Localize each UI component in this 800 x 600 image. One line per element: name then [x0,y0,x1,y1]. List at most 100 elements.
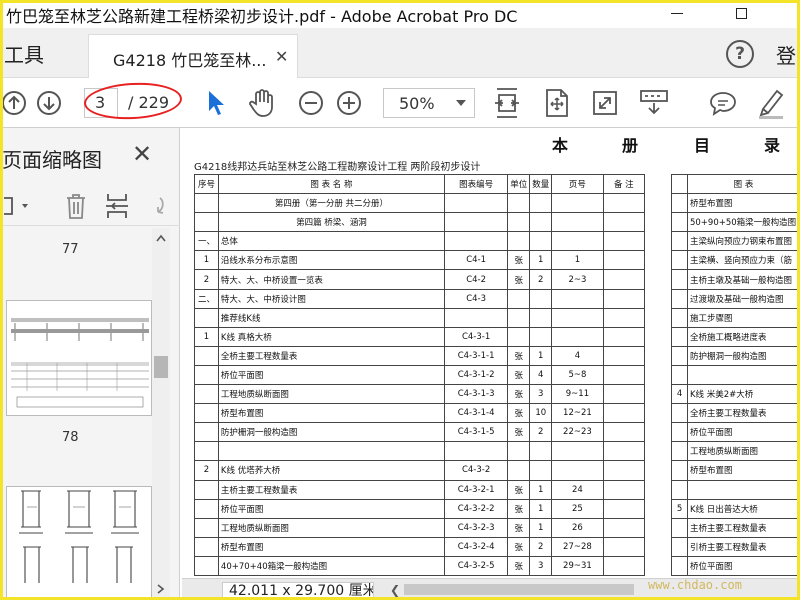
full-screen-button[interactable] [590,88,620,118]
fit-page-icon [495,88,519,118]
table-gap [643,537,673,557]
table-cell-name [217,441,446,462]
table-cell-qty: 1 [529,517,553,538]
header-char: 册 [622,136,639,155]
help-icon[interactable]: ? [726,40,754,68]
sign-in-link[interactable]: 登 [776,40,796,69]
rotate-view-button[interactable] [542,86,572,120]
document-tab[interactable]: G4218 竹巴笼至林... ✕ [88,34,298,78]
options-menu-icon[interactable] [2,196,30,216]
zoom-out-button[interactable] [297,89,325,117]
table-cell-page: 4 [551,345,604,366]
right-table-cell-name [686,479,800,500]
scroll-right-icon[interactable] [156,584,166,594]
right-table-cell-no: 4 [671,384,688,405]
zoom-in-button[interactable] [335,89,363,117]
right-table-cell-name: K线 日出普达大桥 [686,498,800,519]
table-cell-qty: 4 [529,364,553,386]
table-cell-no [194,212,219,233]
zoom-level-select[interactable]: 50% [383,88,475,118]
table-gap [643,327,673,347]
fit-page-button[interactable] [492,86,522,120]
table-cell-page [551,326,604,347]
table-cell-page [551,231,604,252]
table-row: 二、 特大、大、中桥设计图 C4-3 过渡墩及基础一般构造图 [194,288,800,309]
scroll-left-icon[interactable]: ❮ [390,583,400,597]
hand-icon [249,89,273,117]
table-cell-no [194,345,219,366]
table-cell-unit: 张 [507,479,531,500]
scroll-mode-button[interactable] [638,88,670,118]
scrollbar-thumb[interactable] [154,356,168,378]
highlight-button[interactable] [756,86,786,120]
document-tab-label: G4218 竹巴笼至林... [113,51,267,70]
scroll-up-icon[interactable] [156,234,166,242]
table-cell-qty [529,307,553,328]
right-table-cell-name: 防护棚洞一般构造图 [686,345,800,366]
table-cell-page: 24 [551,479,604,500]
right-table-cell-name: K线 米美2#大桥 [686,384,800,405]
right-table-cell-name: 桥型布置图 [686,460,800,481]
right-table-cell-no [671,555,688,576]
close-tab-icon[interactable]: ✕ [275,47,288,66]
table-cell-code [443,231,509,252]
comment-icon [710,92,736,116]
table-cell-note [602,479,646,500]
table-cell-note [602,555,646,576]
minimize-button[interactable] [654,0,700,26]
document-view[interactable]: 本 册 目 录 G4218线邦达兵站至林芝公路工程勘察设计工程 两阶段初步设计 … [182,128,800,600]
horizontal-scrollbar-thumb[interactable] [404,584,634,595]
table-cell-unit [507,212,531,233]
table-cell-note [602,403,646,424]
maximize-button[interactable] [718,0,764,26]
table-cell-qty [529,231,553,252]
column-header: 备 注 [602,173,646,195]
table-cell-code: C4-2 [443,269,509,290]
table-gap [643,308,673,328]
table-cell-qty: 1 [529,345,553,366]
table-cell-code: C4-3-1-4 [443,403,509,424]
table-cell-note [602,212,646,233]
index-table-body: 第四册（第一分册 共二分册） 桥型布置图 第四篇 桥梁、涵洞 50+90+50箱梁一般… [194,193,800,576]
table-cell-unit [507,288,531,309]
next-page-button[interactable] [35,89,63,117]
table-cell-unit: 张 [507,384,531,405]
select-tool-button[interactable] [200,87,230,119]
prev-page-button[interactable] [0,89,28,117]
column-header: 图 表 名 称 [217,173,446,195]
table-cell-note [602,422,646,443]
table-cell-name: 推荐线K线 [217,307,446,328]
pdf-page: 本 册 目 录 G4218线邦达兵站至林芝公路工程勘察设计工程 两阶段初步设计 … [194,128,800,578]
comment-button[interactable] [708,88,738,118]
table-cell-unit: 张 [507,422,531,443]
column-header: 数量 [529,173,553,195]
table-cell-qty: 2 [529,536,553,557]
close-pane-icon[interactable]: ✕ [132,140,152,168]
thumbnail-list[interactable]: 77 78 [0,228,152,600]
right-table-cell-no [671,403,688,424]
right-table-cell-no [671,479,688,500]
table-cell-qty [529,441,553,462]
right-table-cell-no [671,231,688,252]
thumbnail-scrollbar[interactable] [152,228,170,600]
insert-page-icon[interactable] [104,192,130,220]
right-table-cell-no [671,441,688,462]
scroll-mode-icon [640,90,668,115]
right-table-cell-name: 全桥主要工程数量表 [686,403,800,424]
table-cell-no [194,364,219,386]
page-thumbnail[interactable] [6,300,152,416]
table-cell-code [443,193,509,214]
table-row: 桥位平面图 C4-3-2-2 张 1 25 5 K线 日出普达大桥 [194,498,800,519]
table-cell-qty: 3 [529,384,553,405]
table-cell-no [194,403,219,424]
undo-icon[interactable] [146,194,168,218]
table-cell-qty [529,326,553,347]
table-cell-no [194,498,219,519]
tools-tab[interactable]: 工具 [4,39,44,68]
hand-tool-button[interactable] [246,87,278,119]
maximize-icon [735,7,747,19]
table-cell-name: 桥型布置图 [217,403,446,424]
page-thumbnail[interactable] [6,486,152,600]
table-cell-no [194,536,219,557]
delete-page-icon[interactable] [64,192,88,220]
